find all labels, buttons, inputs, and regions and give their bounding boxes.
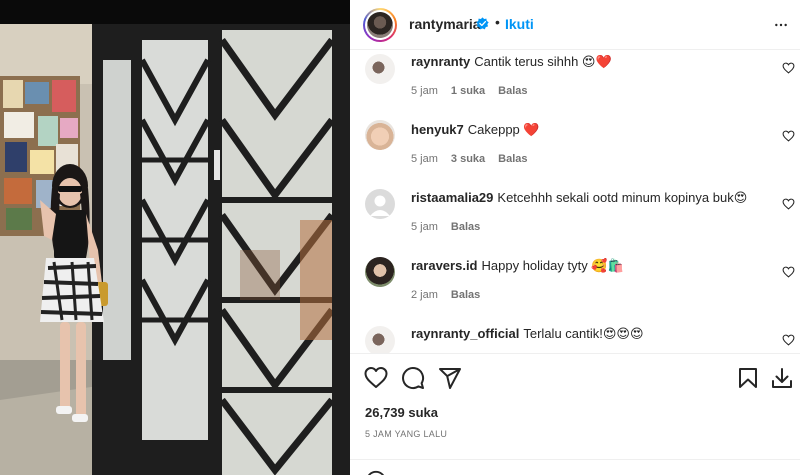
comment-item: ristaamalia29 Ketcehhh sekali ootd minum … <box>350 186 800 254</box>
header-separator-dot: • <box>495 14 500 30</box>
comments-list[interactable]: raynranty Cantik terus sihhh 😍❤️ 5 jam 1 … <box>350 50 800 354</box>
author-avatar-border <box>365 10 395 40</box>
comment-like-heart-icon[interactable] <box>782 198 795 210</box>
comment-age: 2 jam <box>411 289 438 301</box>
comment-body: Happy holiday tyty 🥰🛍️ <box>481 258 624 273</box>
send-icon[interactable] <box>438 366 462 390</box>
comment-avatar[interactable] <box>365 326 395 353</box>
comment-bubble-icon[interactable] <box>401 366 425 390</box>
author-avatar[interactable] <box>363 8 397 42</box>
comment-text-line: raravers.id Happy holiday tyty 🥰🛍️ <box>411 257 771 275</box>
follow-button[interactable]: Ikuti <box>505 16 534 32</box>
add-comment-bar <box>350 459 800 475</box>
comment-like-heart-icon[interactable] <box>782 62 795 74</box>
default-user-icon <box>370 195 390 216</box>
author-avatar-image <box>367 12 393 38</box>
comment-body: Cakeppp ❤️ <box>467 122 540 137</box>
comment-body: Cantik terus sihhh 😍❤️ <box>474 54 612 69</box>
comment-text-line: raynranty_official Terlalu cantik!😍😍😍 <box>411 325 771 343</box>
post-photo[interactable] <box>0 0 350 475</box>
comment-username[interactable]: raynranty <box>411 54 470 69</box>
post-detail-panel: rantymaria • Ikuti raynranty Cantik terus… <box>350 0 800 475</box>
comment-item: raynranty Cantik terus sihhh 😍❤️ 5 jam 1 … <box>350 50 800 118</box>
comment-body: Terlalu cantik!😍😍😍 <box>523 326 644 341</box>
comment-reply-button[interactable]: Balas <box>451 221 480 233</box>
more-options-icon[interactable] <box>771 17 791 33</box>
comment-item: raynranty_official Terlalu cantik!😍😍😍 <box>350 322 800 353</box>
post-actions: 26,739 suka 5 JAM YANG LALU <box>350 354 800 475</box>
instagram-post-view: rantymaria • Ikuti raynranty Cantik terus… <box>0 0 800 475</box>
comment-like-heart-icon[interactable] <box>782 334 795 346</box>
comment-like-heart-icon[interactable] <box>782 130 795 142</box>
comment-avatar[interactable] <box>365 257 395 287</box>
comment-reply-button[interactable]: Balas <box>498 85 527 97</box>
comment-text-line: raynranty Cantik terus sihhh 😍❤️ <box>411 53 771 71</box>
comment-age: 5 jam <box>411 153 438 165</box>
comment-username[interactable]: ristaamalia29 <box>411 190 493 205</box>
comment-likes[interactable]: 1 suka <box>451 85 485 97</box>
comment-text-line: ristaamalia29 Ketcehhh sekali ootd minum … <box>411 189 771 207</box>
comment-text-line: henyuk7 Cakeppp ❤️ <box>411 121 771 139</box>
verified-badge-icon <box>476 17 489 30</box>
comment-reply-button[interactable]: Balas <box>451 289 480 301</box>
comment-avatar[interactable] <box>365 120 395 150</box>
comment-like-heart-icon[interactable] <box>782 266 795 278</box>
emoji-icon[interactable] <box>365 470 387 475</box>
author-username[interactable]: rantymaria <box>409 16 481 32</box>
download-icon[interactable] <box>770 366 794 390</box>
comment-meta: 5 jam 1 suka Balas <box>411 85 528 97</box>
comment-username[interactable]: raravers.id <box>411 258 478 273</box>
comment-reply-button[interactable]: Balas <box>498 153 527 165</box>
post-timestamp: 5 JAM YANG LALU <box>365 429 448 439</box>
post-photo-illustration <box>0 0 350 475</box>
comment-meta: 5 jam Balas <box>411 221 480 233</box>
comment-meta: 5 jam 3 suka Balas <box>411 153 528 165</box>
comment-meta: 2 jam Balas <box>411 289 480 301</box>
comment-body: Ketcehhh sekali ootd minum kopinya buk😍 <box>497 190 748 205</box>
comment-avatar-default[interactable] <box>365 189 395 219</box>
bookmark-icon[interactable] <box>736 366 760 390</box>
comment-age: 5 jam <box>411 85 438 97</box>
comment-item: raravers.id Happy holiday tyty 🥰🛍️ 2 jam … <box>350 254 800 322</box>
post-header: rantymaria • Ikuti <box>350 0 800 50</box>
likes-count[interactable]: 26,739 suka <box>365 405 438 420</box>
comment-likes[interactable]: 3 suka <box>451 153 485 165</box>
comment-username[interactable]: henyuk7 <box>411 122 464 137</box>
comment-item: henyuk7 Cakeppp ❤️ 5 jam 3 suka Balas <box>350 118 800 186</box>
comment-age: 5 jam <box>411 221 438 233</box>
comment-avatar[interactable] <box>365 54 395 84</box>
comment-username[interactable]: raynranty_official <box>411 326 519 341</box>
heart-icon[interactable] <box>364 366 388 390</box>
